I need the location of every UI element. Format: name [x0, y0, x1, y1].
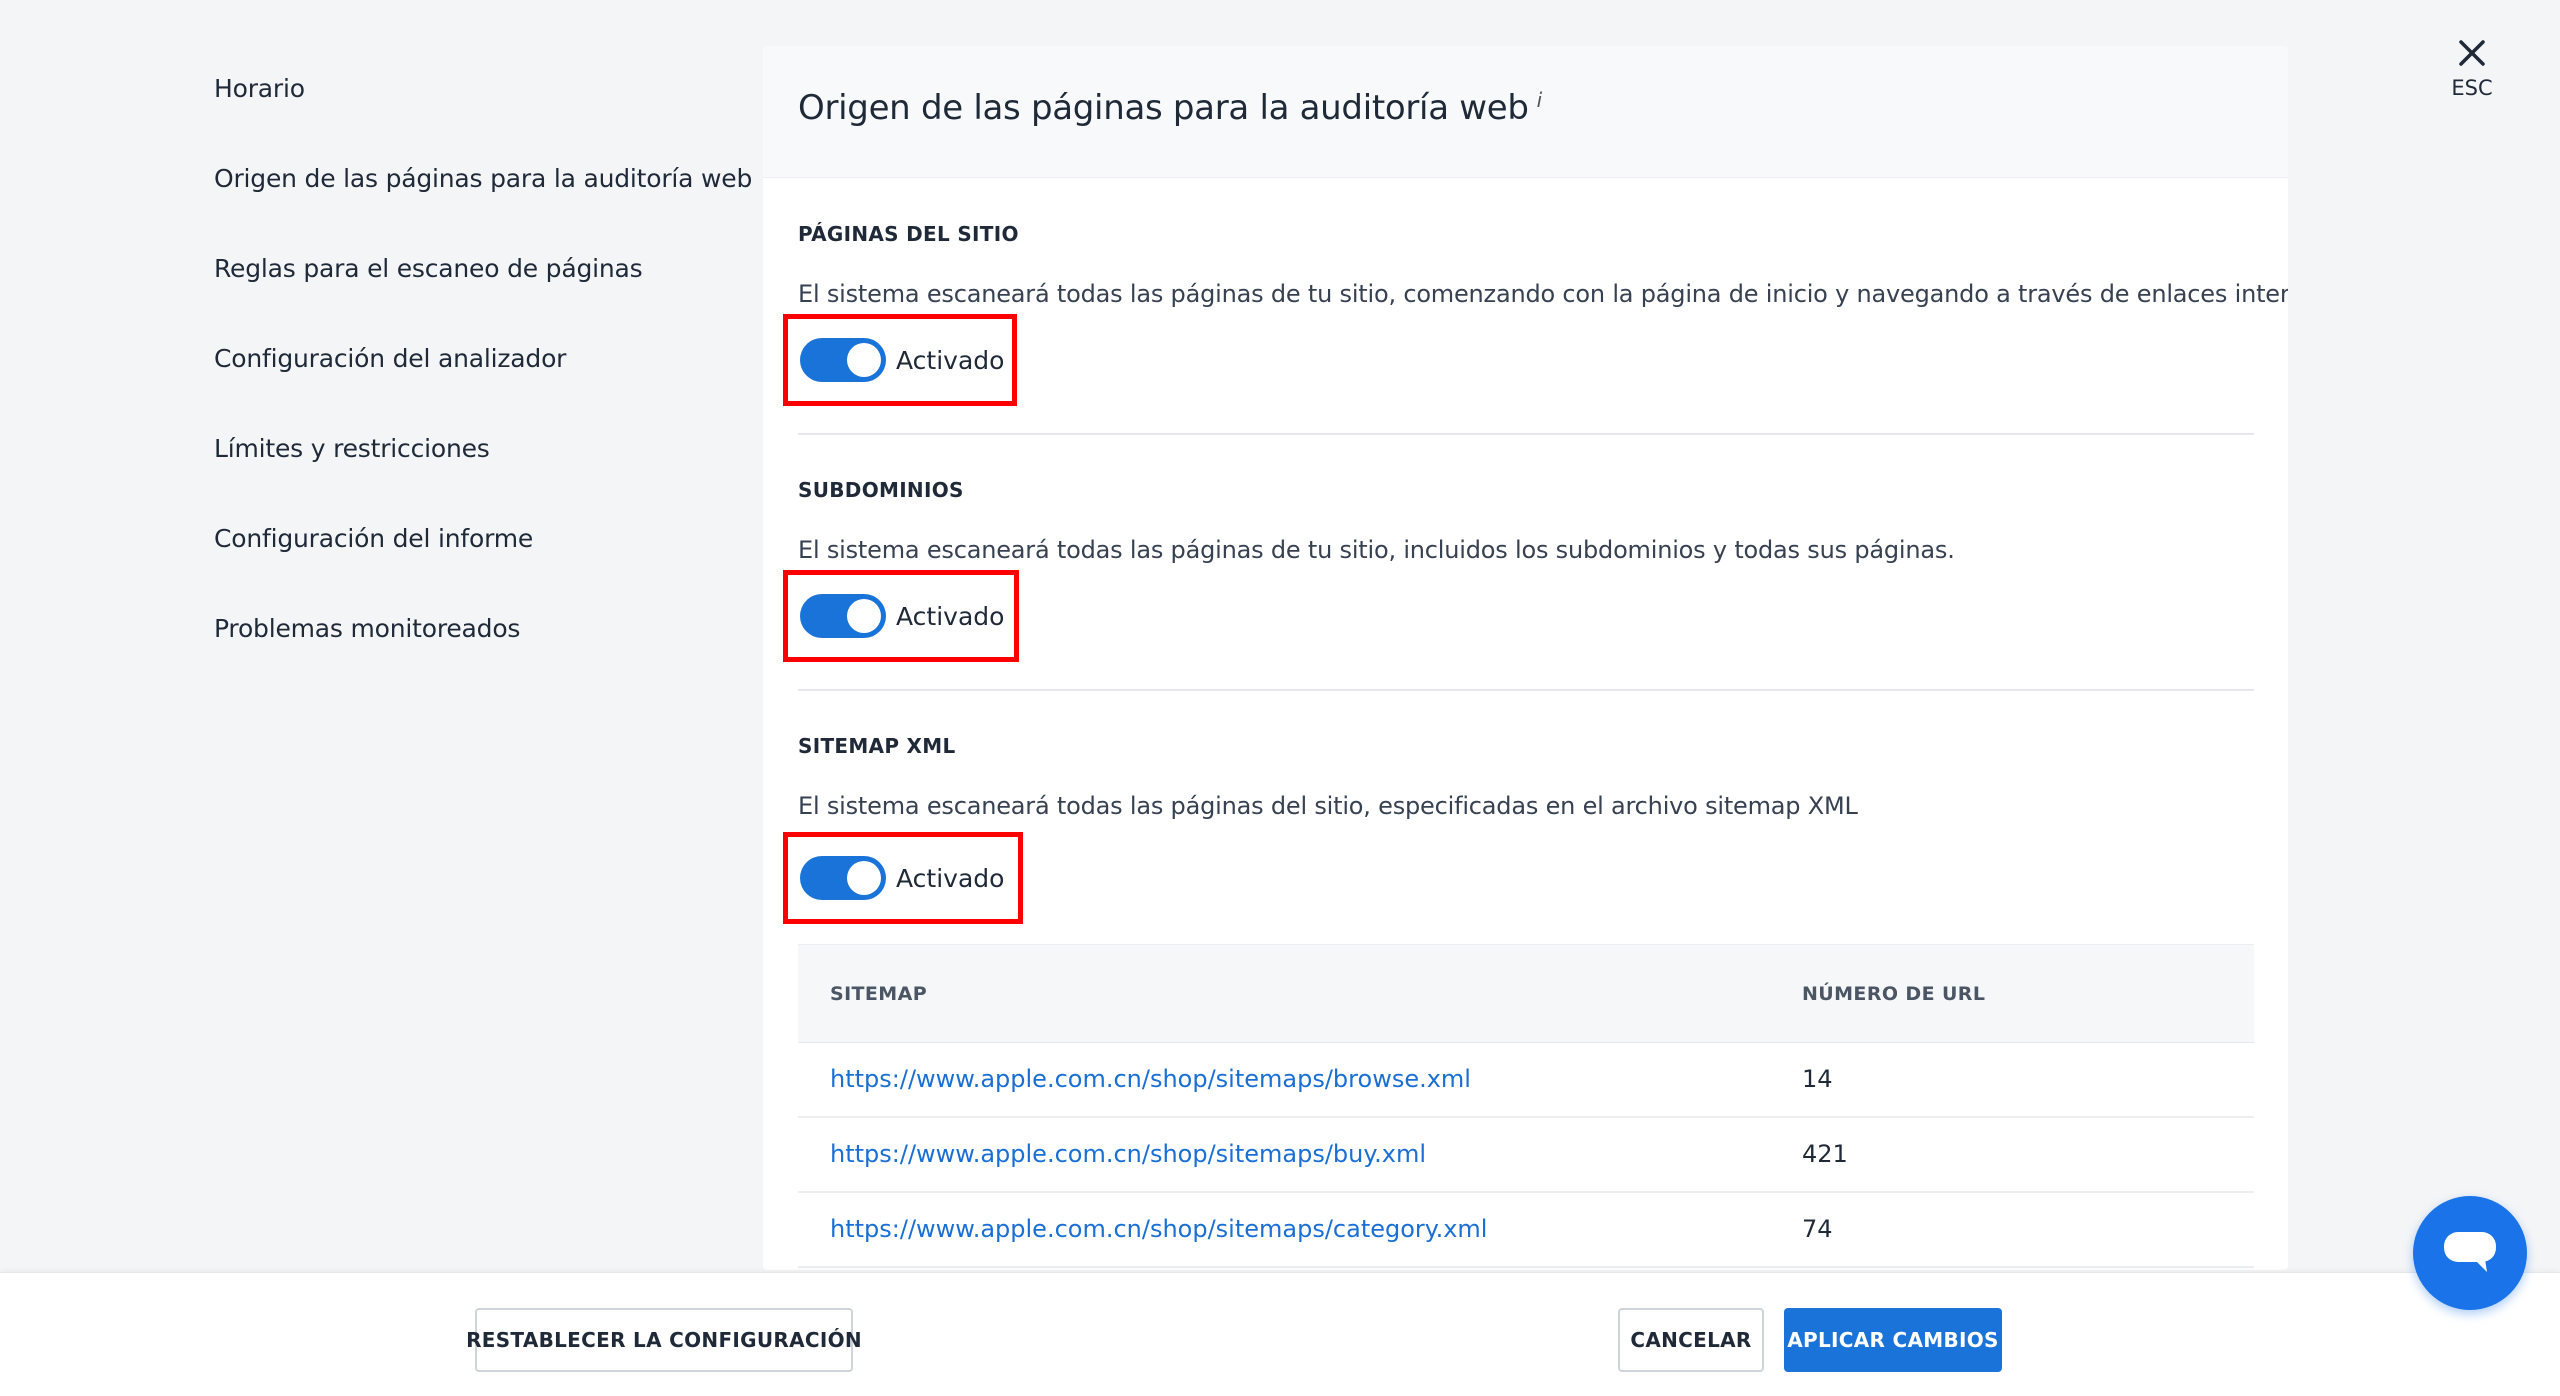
sitemap-link[interactable]: https://www.apple.com.cn/shop/sitemaps/b…	[830, 1065, 1471, 1093]
close-icon	[2442, 38, 2502, 68]
toggle-knob	[847, 343, 881, 377]
sitemap-link[interactable]: https://www.apple.com.cn/shop/sitemaps/c…	[830, 1215, 1487, 1243]
settings-sidebar: Horario Origen de las páginas para la au…	[0, 0, 752, 1270]
column-header-url-count[interactable]: NÚMERO DE URL	[1802, 983, 1985, 1005]
chat-icon	[2441, 1226, 2499, 1280]
url-count: 421	[1802, 1140, 1848, 1168]
section-description-sitemap-xml: El sistema escaneará todas las páginas d…	[798, 792, 1858, 820]
page-title: Origen de las páginas para la auditoría …	[798, 88, 1542, 128]
section-title-site-pages: PÁGINAS DEL SITIO	[798, 222, 1019, 246]
toggle-sitemap-xml: Activado	[783, 832, 1023, 924]
section-title-sitemap-xml: SITEMAP XML	[798, 734, 956, 758]
section-divider	[798, 433, 2254, 435]
table-header: SITEMAP NÚMERO DE URL	[798, 944, 2254, 1043]
toggle-site-pages: Activado	[783, 314, 1017, 406]
table-row: https://www.apple.com.cn/shop/sitemaps/b…	[798, 1118, 2254, 1193]
sidebar-item-limits[interactable]: Límites y restricciones	[214, 434, 490, 463]
section-divider	[798, 689, 2254, 691]
section-description-subdomains: El sistema escaneará todas las páginas d…	[798, 536, 1955, 564]
column-header-sitemap[interactable]: SITEMAP	[830, 983, 927, 1005]
page-title-text: Origen de las páginas para la auditoría …	[798, 88, 1529, 128]
close-button[interactable]: ESC	[2442, 38, 2502, 108]
sidebar-item-page-sources[interactable]: Origen de las páginas para la auditoría …	[214, 164, 752, 193]
section-title-subdomains: SUBDOMINIOS	[798, 478, 964, 502]
toggle-subdomains: Activado	[783, 570, 1019, 662]
sidebar-item-horario[interactable]: Horario	[214, 74, 305, 103]
sidebar-item-report-settings[interactable]: Configuración del informe	[214, 524, 533, 553]
reset-settings-button[interactable]: RESTABLECER LA CONFIGURACIÓN	[466, 1308, 862, 1372]
table-row: https://www.apple.com.cn/shop/sitemaps/b…	[798, 1043, 2254, 1118]
toggle-label: Activado	[896, 345, 1005, 375]
toggle-switch-sitemap-xml[interactable]	[800, 856, 886, 900]
settings-panel: Origen de las páginas para la auditoría …	[763, 46, 2288, 1270]
toggle-knob	[847, 861, 881, 895]
apply-changes-button[interactable]: APLICAR CAMBIOS	[1784, 1308, 2002, 1372]
sidebar-item-scan-rules[interactable]: Reglas para el escaneo de páginas	[214, 254, 643, 283]
toggle-switch-subdomains[interactable]	[800, 594, 886, 638]
chat-button[interactable]	[2413, 1196, 2527, 1310]
sitemap-link[interactable]: https://www.apple.com.cn/shop/sitemaps/b…	[830, 1140, 1426, 1168]
table-row: https://www.apple.com.cn/shop/sitemaps/c…	[798, 1193, 2254, 1268]
section-description-site-pages: El sistema escaneará todas las páginas d…	[798, 280, 2288, 308]
toggle-switch-site-pages[interactable]	[800, 338, 886, 382]
info-icon[interactable]: i	[1537, 88, 1543, 112]
toggle-label: Activado	[896, 601, 1005, 631]
cancel-button[interactable]: CANCELAR	[1618, 1308, 1764, 1372]
sidebar-item-crawler-settings[interactable]: Configuración del analizador	[214, 344, 566, 373]
esc-label: ESC	[2451, 76, 2493, 100]
toggle-label: Activado	[896, 863, 1005, 893]
url-count: 74	[1802, 1215, 1833, 1243]
url-count: 14	[1802, 1065, 1833, 1093]
toggle-knob	[847, 599, 881, 633]
sitemap-table: SITEMAP NÚMERO DE URL https://www.apple.…	[798, 944, 2254, 1268]
panel-header: Origen de las páginas para la auditoría …	[763, 46, 2288, 178]
sidebar-item-monitored-issues[interactable]: Problemas monitoreados	[214, 614, 520, 643]
footer-bar: RESTABLECER LA CONFIGURACIÓN CANCELAR AP…	[0, 1272, 2560, 1396]
